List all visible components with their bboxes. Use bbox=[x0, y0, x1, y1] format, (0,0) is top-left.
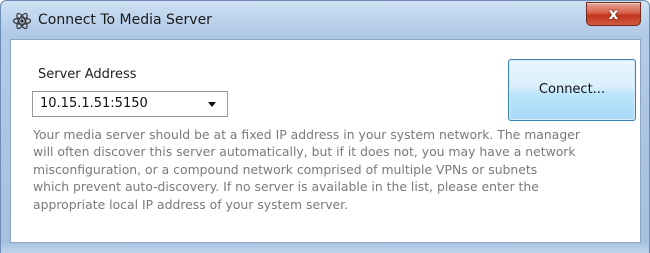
help-line: which prevent auto-discovery. If no serv… bbox=[33, 179, 539, 195]
dialog-content: Server Address 10.15.1.51:5150 Connect..… bbox=[10, 39, 641, 243]
help-line: will often discover this server automati… bbox=[33, 144, 576, 160]
close-icon: x bbox=[608, 5, 619, 23]
chevron-down-icon bbox=[208, 102, 216, 107]
server-address-label: Server Address bbox=[38, 67, 137, 82]
window-title: Connect To Media Server bbox=[38, 12, 212, 28]
help-description: Your media server should be at a fixed I… bbox=[33, 126, 635, 213]
connect-button-label: Connect... bbox=[538, 82, 606, 97]
connect-button[interactable]: Connect... bbox=[508, 59, 636, 121]
server-address-value: 10.15.1.51:5150 bbox=[40, 96, 148, 111]
server-address-select[interactable]: 10.15.1.51:5150 bbox=[32, 91, 228, 117]
dialog-window: Connect To Media Server x Server Address… bbox=[0, 0, 650, 253]
help-line: Your media server should be at a fixed I… bbox=[33, 127, 580, 142]
help-line: misconfiguration, or a compound network … bbox=[33, 161, 538, 177]
help-line: appropriate local IP address of your sys… bbox=[33, 196, 349, 212]
atom-app-icon bbox=[12, 11, 32, 31]
window-bottom-frame bbox=[1, 243, 649, 253]
title-bar[interactable]: Connect To Media Server x bbox=[1, 1, 649, 39]
close-button[interactable]: x bbox=[586, 2, 641, 26]
